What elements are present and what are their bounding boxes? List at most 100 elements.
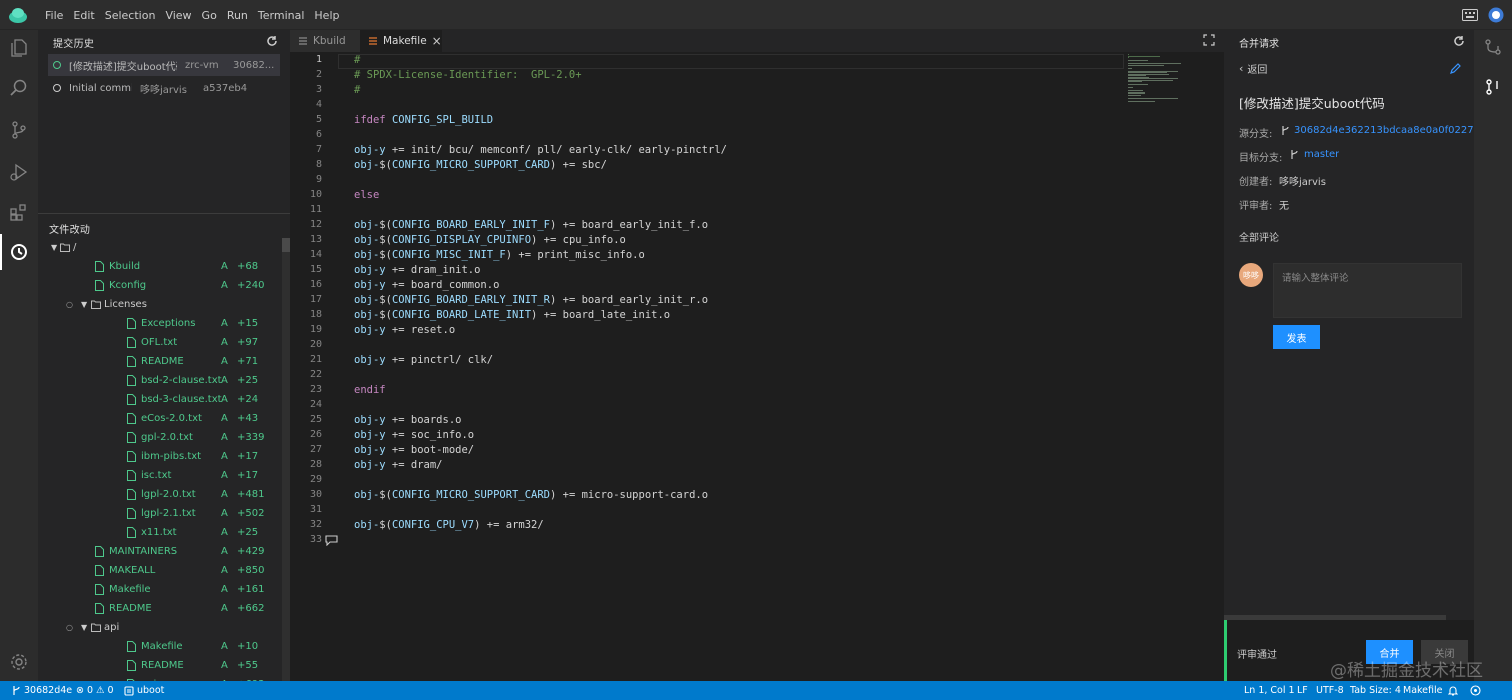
tree-file[interactable]: README A +662 (38, 599, 282, 618)
status-position[interactable]: Ln 1, Col 1 (1244, 681, 1295, 700)
source-control-icon[interactable] (7, 118, 31, 142)
history-icon[interactable] (0, 234, 31, 270)
tree-file[interactable]: README A +71 (38, 352, 282, 371)
code-line[interactable]: obj-$(CONFIG_BOARD_EARLY_INIT_R) += boar… (354, 294, 708, 306)
tree-file[interactable]: lgpl-2.0.txt A +481 (38, 485, 282, 504)
tree-file[interactable]: README A +55 (38, 656, 282, 675)
tree-file[interactable]: MAINTAINERS A +429 (38, 542, 282, 561)
commit-item[interactable]: Initial commit 哆哆jarvis a537eb4 (48, 77, 280, 99)
minimap[interactable] (1126, 52, 1186, 112)
status-branch[interactable]: 30682d4e (12, 681, 72, 700)
refresh-history-icon[interactable] (266, 35, 278, 47)
tree-folder[interactable]: ○ ▼ Licenses (38, 295, 282, 314)
code-line[interactable]: ifdef CONFIG_SPL_BUILD (354, 114, 493, 126)
tree-file[interactable]: x11.txt A +25 (38, 523, 282, 542)
menu-item-go[interactable]: Go (197, 9, 222, 22)
code-line[interactable]: obj-$(CONFIG_MICRO_SUPPORT_CARD) += micr… (354, 489, 708, 501)
code-line[interactable]: obj-y += boards.o (354, 414, 461, 426)
code-line[interactable]: obj-$(CONFIG_CPU_V7) += arm32/ (354, 519, 544, 531)
search-icon[interactable] (7, 76, 31, 100)
status-tab-size[interactable]: Tab Size: 4 (1350, 681, 1401, 700)
status-language[interactable]: Makefile (1403, 681, 1443, 700)
tab-makefile[interactable]: Makefile × (360, 30, 442, 52)
code-line[interactable]: obj-$(CONFIG_MISC_INIT_F) += print_misc_… (354, 249, 645, 261)
menu-item-run[interactable]: Run (222, 9, 253, 22)
settings-gear-icon[interactable] (7, 650, 31, 674)
source-branch-link[interactable]: 30682d4e362213bdcaa8e0a0f022709a2f (1294, 125, 1474, 136)
tree-file[interactable]: bsd-3-clause.txt A +24 (38, 390, 282, 409)
explorer-icon[interactable] (7, 36, 31, 60)
status-repo-label: uboot (137, 685, 165, 696)
file-icon (127, 451, 136, 462)
code-lines[interactable]: 1 #2 # SPDX-License-Identifier: GPL-2.0+ 3 #… (290, 54, 727, 554)
notifications-bell-icon[interactable] (1448, 681, 1458, 700)
tree-file[interactable]: Makefile A +10 (38, 637, 282, 656)
tree-file[interactable]: lgpl-2.1.txt A +502 (38, 504, 282, 523)
target-branch-link[interactable]: master (1304, 149, 1339, 160)
code-line[interactable]: obj-y += reset.o (354, 324, 455, 336)
tree-folder[interactable]: ○ ▼ api (38, 618, 282, 637)
status-eol[interactable]: LF (1297, 681, 1308, 700)
file-icon (127, 356, 136, 367)
code-line[interactable]: endif (354, 384, 386, 396)
edit-pencil-icon[interactable] (1450, 63, 1461, 74)
code-line[interactable]: else (354, 189, 379, 201)
menu-item-view[interactable]: View (160, 9, 196, 22)
code-line[interactable]: obj-y += dram/ (354, 459, 443, 471)
tree-file[interactable]: MAKEALL A +850 (38, 561, 282, 580)
code-line[interactable]: obj-y += board_common.o (354, 279, 499, 291)
code-line[interactable]: # (354, 54, 360, 66)
code-line[interactable]: obj-$(CONFIG_BOARD_LATE_INIT) += board_l… (354, 309, 670, 321)
code-line[interactable]: obj-$(CONFIG_MICRO_SUPPORT_CARD) += sbc/ (354, 159, 607, 171)
code-line[interactable]: # SPDX-License-Identifier: GPL-2.0+ (354, 69, 582, 81)
tree-file[interactable]: Kconfig A +240 (38, 276, 282, 295)
menu-item-file[interactable]: File (40, 9, 68, 22)
code-line[interactable]: obj-y += soc_info.o (354, 429, 474, 441)
tree-file[interactable]: eCos-2.0.txt A +43 (38, 409, 282, 428)
menu-item-terminal[interactable]: Terminal (253, 9, 310, 22)
tree-file[interactable]: Makefile A +161 (38, 580, 282, 599)
tree-file[interactable]: bsd-2-clause.txt A +25 (38, 371, 282, 390)
menu-item-selection[interactable]: Selection (100, 9, 161, 22)
tree-file[interactable]: ibm-pibs.txt A +17 (38, 447, 282, 466)
expand-icon[interactable] (1203, 34, 1215, 46)
feedback-icon[interactable] (1470, 681, 1481, 700)
commit-item[interactable]: [修改描述]提交uboot代码 zrc-vm 30682... (48, 54, 280, 76)
status-encoding[interactable]: UTF-8 (1316, 681, 1344, 700)
menu-item-edit[interactable]: Edit (68, 9, 99, 22)
merge-graph-icon[interactable] (1484, 38, 1502, 56)
tab-kbuild[interactable]: Kbuild (290, 30, 360, 52)
menu-item-help[interactable]: Help (309, 9, 344, 22)
status-repo[interactable]: uboot (124, 681, 164, 700)
keyboard-icon[interactable] (1462, 9, 1478, 21)
code-line[interactable]: obj-y += dram_init.o (354, 264, 480, 276)
code-line[interactable]: obj-y += boot-mode/ (354, 444, 474, 456)
account-avatar-icon[interactable] (1488, 7, 1504, 23)
tree-file[interactable]: OFL.txt A +97 (38, 333, 282, 352)
code-line[interactable]: obj-$(CONFIG_BOARD_EARLY_INIT_F) += boar… (354, 219, 708, 231)
tree-file[interactable]: isc.txt A +17 (38, 466, 282, 485)
tree-file[interactable]: Exceptions A +15 (38, 314, 282, 333)
code-line[interactable]: obj-$(CONFIG_DISPLAY_CPUINFO) += cpu_inf… (354, 234, 626, 246)
folder-icon (91, 300, 101, 309)
tree-file[interactable]: Kbuild A +68 (38, 257, 282, 276)
line-number: 9 (315, 174, 322, 185)
back-link[interactable]: ‹ 返回 (1239, 61, 1267, 76)
comment-input[interactable]: 请输入整体评论 (1273, 263, 1462, 318)
sidebar-scrollbar[interactable] (282, 238, 290, 681)
code-line[interactable]: obj-y += pinctrl/ clk/ (354, 354, 493, 366)
comment-bubble-icon[interactable] (325, 535, 338, 546)
code-line[interactable]: # (354, 84, 360, 96)
refresh-merge-icon[interactable] (1453, 35, 1465, 47)
status-problems[interactable]: ⊗ 0 ⚠ 0 (76, 681, 114, 700)
tree-root[interactable]: ▼ / (38, 238, 282, 257)
pull-request-icon[interactable] (1484, 78, 1502, 96)
file-icon (95, 546, 104, 557)
tree-file[interactable]: gpl-2.0.txt A +339 (38, 428, 282, 447)
close-tab-icon[interactable]: × (432, 34, 442, 48)
run-debug-icon[interactable] (7, 160, 31, 184)
code-line[interactable]: obj-y += init/ bcu/ memconf/ pll/ early-… (354, 144, 727, 156)
post-comment-button[interactable]: 发表 (1273, 325, 1320, 349)
extensions-icon[interactable] (7, 200, 31, 224)
section-divider[interactable] (38, 213, 290, 214)
